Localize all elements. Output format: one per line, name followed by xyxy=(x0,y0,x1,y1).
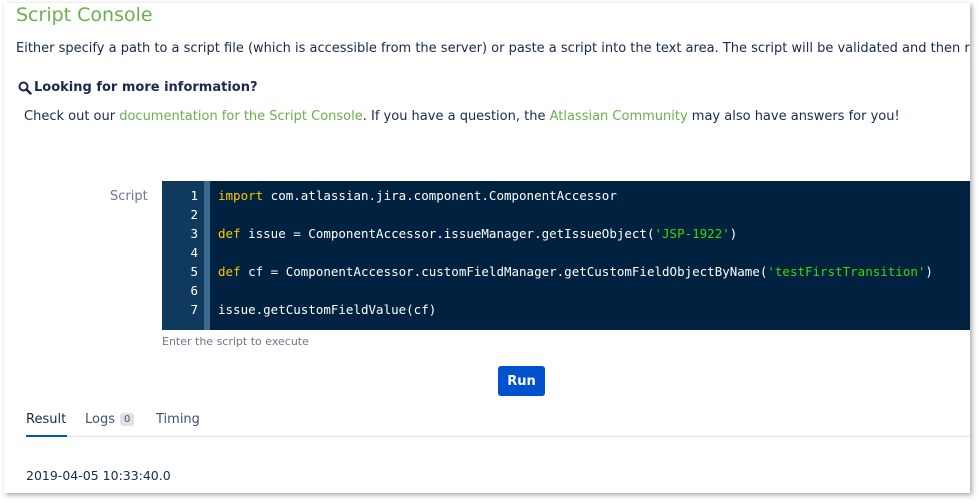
code-line[interactable]: import com.atlassian.jira.component.Comp… xyxy=(218,186,617,205)
info-text-before: Check out our xyxy=(24,109,120,124)
line-number: 5 xyxy=(190,264,198,279)
info-text: Check out our documentation for the Scri… xyxy=(24,109,900,124)
code-text: ) xyxy=(729,226,738,241)
script-label: Script xyxy=(110,189,148,204)
info-text-middle: . If you have a question, the xyxy=(362,109,550,124)
result-value: 2019-04-05 10:33:40.0 xyxy=(26,468,171,483)
run-button[interactable]: Run xyxy=(498,366,545,396)
code-string: 'JSP-1922' xyxy=(654,226,730,241)
code-keyword: def xyxy=(218,264,241,279)
tab-timing-label: Timing xyxy=(156,412,200,427)
tab-result[interactable]: Result xyxy=(26,410,67,437)
line-number: 6 xyxy=(190,283,198,298)
script-console-panel: Script Console Either specify a path to … xyxy=(4,3,970,493)
tab-logs[interactable]: Logs 0 xyxy=(85,410,135,437)
code-text: com.atlassian.jira.component.ComponentAc… xyxy=(263,188,617,203)
code-text: issue.getCustomFieldValue(cf) xyxy=(218,302,437,317)
tab-timing[interactable]: Timing xyxy=(156,410,200,437)
intro-text: Either specify a path to a script file (… xyxy=(16,41,970,56)
logs-count-badge: 0 xyxy=(120,413,135,426)
code-text: cf = ComponentAccessor.customFieldManage… xyxy=(240,264,768,279)
line-number: 7 xyxy=(190,302,198,317)
tab-logs-label: Logs xyxy=(85,412,115,427)
line-number: 3 xyxy=(190,226,198,241)
search-icon xyxy=(18,81,32,95)
code-line[interactable]: def issue = ComponentAccessor.issueManag… xyxy=(218,224,737,243)
code-text: ) xyxy=(925,264,933,279)
code-keyword: import xyxy=(218,188,264,203)
documentation-link[interactable]: documentation for the Script Console xyxy=(119,109,363,124)
code-keyword: def xyxy=(218,226,241,241)
script-hint: Enter the script to execute xyxy=(162,335,309,348)
line-number: 2 xyxy=(190,207,198,222)
result-tabs: Result Logs 0 Timing xyxy=(26,410,970,437)
code-line[interactable]: def cf = ComponentAccessor.customFieldMa… xyxy=(218,262,933,281)
line-number: 1 xyxy=(190,188,198,203)
code-line[interactable]: issue.getCustomFieldValue(cf) xyxy=(218,300,436,319)
code-text: issue = ComponentAccessor.issueManager.g… xyxy=(240,226,655,241)
info-text-after: may also have answers for you! xyxy=(687,109,900,124)
code-string: 'testFirstTransition' xyxy=(767,264,926,279)
community-link[interactable]: Atlassian Community xyxy=(550,109,688,124)
tab-result-label: Result xyxy=(26,412,67,427)
page-title: Script Console xyxy=(16,4,153,26)
info-heading: Looking for more information? xyxy=(18,80,258,95)
line-number: 4 xyxy=(190,245,198,260)
info-heading-text: Looking for more information? xyxy=(34,80,258,95)
script-editor[interactable]: 1 2 3 4 5 6 7 import com.atlassian.jira.… xyxy=(162,181,970,330)
